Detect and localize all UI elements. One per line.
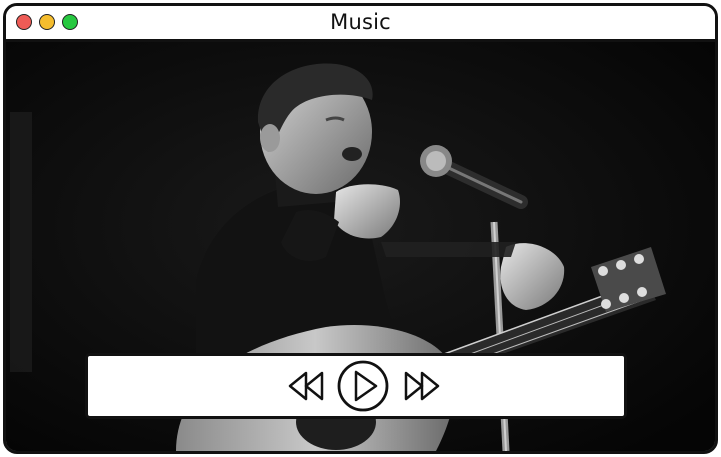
music-window: Music [3,3,718,454]
play-button[interactable] [336,359,390,413]
play-icon [337,360,389,412]
playback-controls [85,353,627,419]
fast-forward-icon [404,371,440,401]
fast-forward-button[interactable] [402,370,442,402]
title-bar: Music [6,6,715,42]
rewind-button[interactable] [286,370,326,402]
rewind-icon [288,371,324,401]
window-title: Music [330,10,391,34]
